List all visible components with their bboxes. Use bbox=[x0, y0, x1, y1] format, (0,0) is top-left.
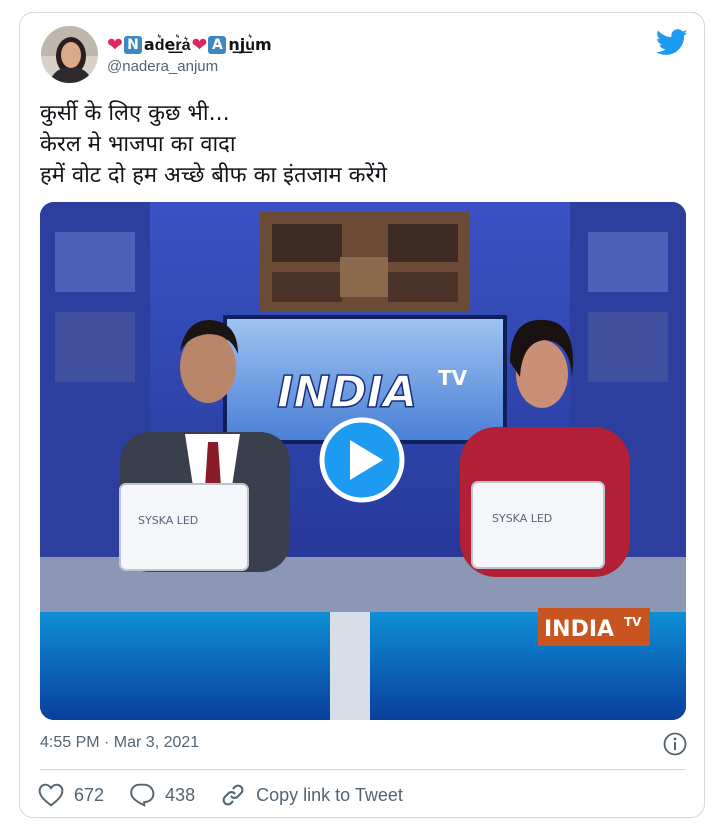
video-thumbnail: INDIA TV SYSKA LED SYSKA LED INDIA TV bbox=[40, 202, 686, 720]
corner-logo-tv-text: TV bbox=[624, 615, 642, 629]
tweet-text: कुर्सी के लिए कुछ भी... केरल मे भाजपा का… bbox=[40, 98, 680, 191]
reply-button[interactable]: 438 bbox=[129, 783, 195, 807]
corner-logo-text: INDIA bbox=[544, 617, 614, 642]
letter-a-emoji: A bbox=[208, 36, 227, 54]
tweet-line: केरल मे भाजपा का वादा bbox=[40, 132, 236, 157]
play-icon[interactable] bbox=[319, 417, 405, 503]
author-name[interactable]: ❤ N ad͛e͟r͛a͛ ❤ A n͟j͟u͛m bbox=[107, 32, 272, 58]
author-handle[interactable]: @nadera_anjum bbox=[107, 58, 218, 75]
copy-link-label: Copy link to Tweet bbox=[256, 784, 403, 805]
reply-count: 438 bbox=[165, 784, 196, 805]
heart-emoji: ❤ bbox=[107, 33, 123, 56]
like-button[interactable]: 672 bbox=[38, 783, 104, 807]
tweet-line: हमें वोट दो हम अच्छे बीफ का इंतजाम करेंग… bbox=[40, 163, 387, 188]
link-icon bbox=[222, 784, 244, 806]
brand-text: INDIA bbox=[277, 367, 417, 418]
tweet-timestamp[interactable]: 4:55 PM · Mar 3, 2021 bbox=[40, 734, 199, 752]
divider bbox=[40, 769, 686, 770]
brand-tv-text: TV bbox=[438, 366, 468, 390]
laptop-right-text: SYSKA LED bbox=[492, 512, 552, 525]
heart-icon bbox=[38, 783, 64, 807]
avatar-image bbox=[41, 26, 98, 83]
heart-emoji: ❤ bbox=[191, 33, 208, 56]
like-count: 672 bbox=[74, 784, 105, 805]
info-icon[interactable] bbox=[662, 731, 688, 761]
tweet-line: कुर्सी के लिए कुछ भी... bbox=[40, 101, 230, 126]
tweet-card: ❤ N ad͛e͟r͛a͛ ❤ A n͟j͟u͛m @nadera_anjum … bbox=[19, 12, 705, 818]
reply-icon bbox=[130, 783, 155, 807]
avatar[interactable] bbox=[41, 26, 98, 83]
video-player[interactable]: INDIA TV SYSKA LED SYSKA LED INDIA TV bbox=[40, 202, 686, 720]
copy-link-button[interactable]: Copy link to Tweet bbox=[220, 782, 403, 808]
tweet-actions: 672 438 Copy link to Tweet bbox=[38, 780, 428, 810]
letter-n-emoji: N bbox=[123, 36, 142, 54]
twitter-bird-icon[interactable] bbox=[655, 29, 688, 60]
laptop-left-text: SYSKA LED bbox=[138, 514, 198, 527]
author-name-part-1: ad͛e͟r͛a͛ bbox=[143, 35, 191, 54]
author-name-part-2: n͟j͟u͛m bbox=[228, 35, 272, 54]
